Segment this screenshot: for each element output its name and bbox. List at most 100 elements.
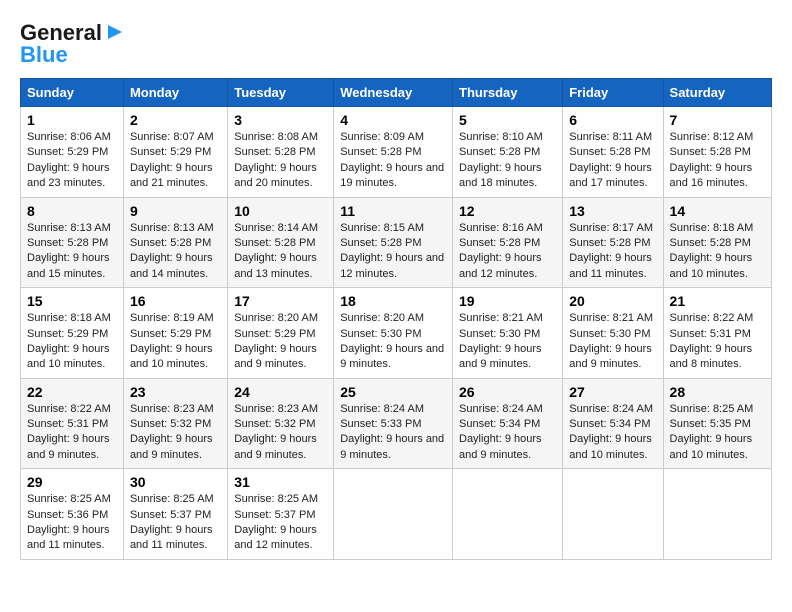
calendar-cell: 20 Sunrise: 8:21 AMSunset: 5:30 PMDayligh…: [563, 288, 663, 379]
day-number: 27: [569, 384, 656, 400]
day-info: Sunrise: 8:18 AMSunset: 5:28 PMDaylight:…: [670, 221, 765, 283]
calendar-cell: 8 Sunrise: 8:13 AMSunset: 5:28 PMDaylight…: [21, 197, 124, 288]
calendar-cell: 16 Sunrise: 8:19 AMSunset: 5:29 PMDayligh…: [123, 288, 227, 379]
calendar-cell: 19 Sunrise: 8:21 AMSunset: 5:30 PMDayligh…: [453, 288, 563, 379]
calendar-cell: 5Sunrise: 8:10 AMSunset: 5:28 PMDaylight…: [453, 107, 563, 198]
calendar-cell: 25 Sunrise: 8:24 AMSunset: 5:33 PMDayligh…: [334, 378, 453, 469]
day-number: 14: [670, 203, 765, 219]
day-info: Sunrise: 8:13 AMSunset: 5:28 PMDaylight:…: [130, 221, 221, 283]
day-number: 16: [130, 293, 221, 309]
calendar-week-4: 22Sunrise: 8:22 AMSunset: 5:31 PMDayligh…: [21, 378, 772, 469]
day-info: Sunrise: 8:16 AMSunset: 5:28 PMDaylight:…: [459, 221, 556, 283]
day-info: Sunrise: 8:15 AMSunset: 5:28 PMDaylight:…: [340, 221, 446, 283]
day-number: 5: [459, 112, 556, 128]
day-info: Sunrise: 8:21 AMSunset: 5:30 PMDaylight:…: [459, 311, 556, 373]
day-info: Sunrise: 8:24 AMSunset: 5:33 PMDaylight:…: [340, 402, 446, 464]
calendar-cell: 15 Sunrise: 8:18 AMSunset: 5:29 PMDayligh…: [21, 288, 124, 379]
weekday-header-row: SundayMondayTuesdayWednesdayThursdayFrid…: [21, 79, 772, 107]
day-number: 6: [569, 112, 656, 128]
logo-arrow-icon: [104, 21, 126, 43]
logo-blue: Blue: [20, 42, 68, 68]
calendar-cell: 22Sunrise: 8:22 AMSunset: 5:31 PMDayligh…: [21, 378, 124, 469]
calendar-cell: [663, 469, 771, 560]
day-number: 12: [459, 203, 556, 219]
weekday-header-wednesday: Wednesday: [334, 79, 453, 107]
day-info: Sunrise: 8:25 AMSunset: 5:37 PMDaylight:…: [130, 492, 221, 554]
day-info: Sunrise: 8:24 AMSunset: 5:34 PMDaylight:…: [569, 402, 656, 464]
calendar-cell: 2Sunrise: 8:07 AMSunset: 5:29 PMDaylight…: [123, 107, 227, 198]
day-info: Sunrise: 8:19 AMSunset: 5:29 PMDaylight:…: [130, 311, 221, 373]
day-info: Sunrise: 8:23 AMSunset: 5:32 PMDaylight:…: [130, 402, 221, 464]
page-header: General Blue: [20, 20, 772, 68]
calendar-cell: [453, 469, 563, 560]
day-number: 20: [569, 293, 656, 309]
calendar-cell: 7 Sunrise: 8:12 AMSunset: 5:28 PMDaylight…: [663, 107, 771, 198]
day-number: 9: [130, 203, 221, 219]
calendar-cell: 29Sunrise: 8:25 AMSunset: 5:36 PMDayligh…: [21, 469, 124, 560]
day-number: 3: [234, 112, 327, 128]
calendar-cell: 18 Sunrise: 8:20 AMSunset: 5:30 PMDayligh…: [334, 288, 453, 379]
calendar-table: SundayMondayTuesdayWednesdayThursdayFrid…: [20, 78, 772, 560]
calendar-cell: 17 Sunrise: 8:20 AMSunset: 5:29 PMDayligh…: [228, 288, 334, 379]
day-info: Sunrise: 8:13 AMSunset: 5:28 PMDaylight:…: [27, 221, 117, 283]
calendar-body: 1 Sunrise: 8:06 AMSunset: 5:29 PMDaylight…: [21, 107, 772, 560]
calendar-cell: 1 Sunrise: 8:06 AMSunset: 5:29 PMDaylight…: [21, 107, 124, 198]
day-number: 10: [234, 203, 327, 219]
day-info: Sunrise: 8:25 AMSunset: 5:37 PMDaylight:…: [234, 492, 327, 554]
day-number: 11: [340, 203, 446, 219]
day-info: Sunrise: 8:21 AMSunset: 5:30 PMDaylight:…: [569, 311, 656, 373]
calendar-cell: 4 Sunrise: 8:09 AMSunset: 5:28 PMDaylight…: [334, 107, 453, 198]
calendar-cell: 11 Sunrise: 8:15 AMSunset: 5:28 PMDayligh…: [334, 197, 453, 288]
day-number: 15: [27, 293, 117, 309]
calendar-cell: 31Sunrise: 8:25 AMSunset: 5:37 PMDayligh…: [228, 469, 334, 560]
day-number: 19: [459, 293, 556, 309]
day-number: 18: [340, 293, 446, 309]
day-number: 13: [569, 203, 656, 219]
calendar-week-2: 8 Sunrise: 8:13 AMSunset: 5:28 PMDaylight…: [21, 197, 772, 288]
day-info: Sunrise: 8:20 AMSunset: 5:29 PMDaylight:…: [234, 311, 327, 373]
calendar-cell: 12 Sunrise: 8:16 AMSunset: 5:28 PMDayligh…: [453, 197, 563, 288]
calendar-cell: 3 Sunrise: 8:08 AMSunset: 5:28 PMDaylight…: [228, 107, 334, 198]
day-number: 26: [459, 384, 556, 400]
day-number: 25: [340, 384, 446, 400]
day-info: Sunrise: 8:06 AMSunset: 5:29 PMDaylight:…: [27, 130, 117, 192]
day-info: Sunrise: 8:20 AMSunset: 5:30 PMDaylight:…: [340, 311, 446, 373]
logo: General Blue: [20, 20, 126, 68]
day-number: 30: [130, 474, 221, 490]
day-info: Sunrise: 8:25 AMSunset: 5:36 PMDaylight:…: [27, 492, 117, 554]
day-number: 28: [670, 384, 765, 400]
calendar-week-5: 29Sunrise: 8:25 AMSunset: 5:36 PMDayligh…: [21, 469, 772, 560]
calendar-cell: 26 Sunrise: 8:24 AMSunset: 5:34 PMDayligh…: [453, 378, 563, 469]
day-number: 2: [130, 112, 221, 128]
calendar-week-1: 1 Sunrise: 8:06 AMSunset: 5:29 PMDaylight…: [21, 107, 772, 198]
weekday-header-monday: Monday: [123, 79, 227, 107]
calendar-cell: 6 Sunrise: 8:11 AMSunset: 5:28 PMDaylight…: [563, 107, 663, 198]
day-info: Sunrise: 8:08 AMSunset: 5:28 PMDaylight:…: [234, 130, 327, 192]
weekday-header-friday: Friday: [563, 79, 663, 107]
day-number: 24: [234, 384, 327, 400]
calendar-cell: 14 Sunrise: 8:18 AMSunset: 5:28 PMDayligh…: [663, 197, 771, 288]
weekday-header-sunday: Sunday: [21, 79, 124, 107]
day-info: Sunrise: 8:22 AMSunset: 5:31 PMDaylight:…: [670, 311, 765, 373]
weekday-header-thursday: Thursday: [453, 79, 563, 107]
calendar-cell: 13Sunrise: 8:17 AMSunset: 5:28 PMDayligh…: [563, 197, 663, 288]
calendar-cell: [563, 469, 663, 560]
weekday-header-tuesday: Tuesday: [228, 79, 334, 107]
day-number: 7: [670, 112, 765, 128]
day-number: 17: [234, 293, 327, 309]
calendar-cell: 23 Sunrise: 8:23 AMSunset: 5:32 PMDayligh…: [123, 378, 227, 469]
day-number: 23: [130, 384, 221, 400]
day-info: Sunrise: 8:18 AMSunset: 5:29 PMDaylight:…: [27, 311, 117, 373]
calendar-week-3: 15 Sunrise: 8:18 AMSunset: 5:29 PMDayligh…: [21, 288, 772, 379]
day-info: Sunrise: 8:12 AMSunset: 5:28 PMDaylight:…: [670, 130, 765, 192]
day-number: 8: [27, 203, 117, 219]
calendar-cell: 21Sunrise: 8:22 AMSunset: 5:31 PMDayligh…: [663, 288, 771, 379]
day-info: Sunrise: 8:25 AMSunset: 5:35 PMDaylight:…: [670, 402, 765, 464]
day-number: 4: [340, 112, 446, 128]
calendar-cell: 24Sunrise: 8:23 AMSunset: 5:32 PMDayligh…: [228, 378, 334, 469]
day-info: Sunrise: 8:09 AMSunset: 5:28 PMDaylight:…: [340, 130, 446, 192]
calendar-cell: [334, 469, 453, 560]
day-info: Sunrise: 8:24 AMSunset: 5:34 PMDaylight:…: [459, 402, 556, 464]
day-number: 1: [27, 112, 117, 128]
day-info: Sunrise: 8:11 AMSunset: 5:28 PMDaylight:…: [569, 130, 656, 192]
